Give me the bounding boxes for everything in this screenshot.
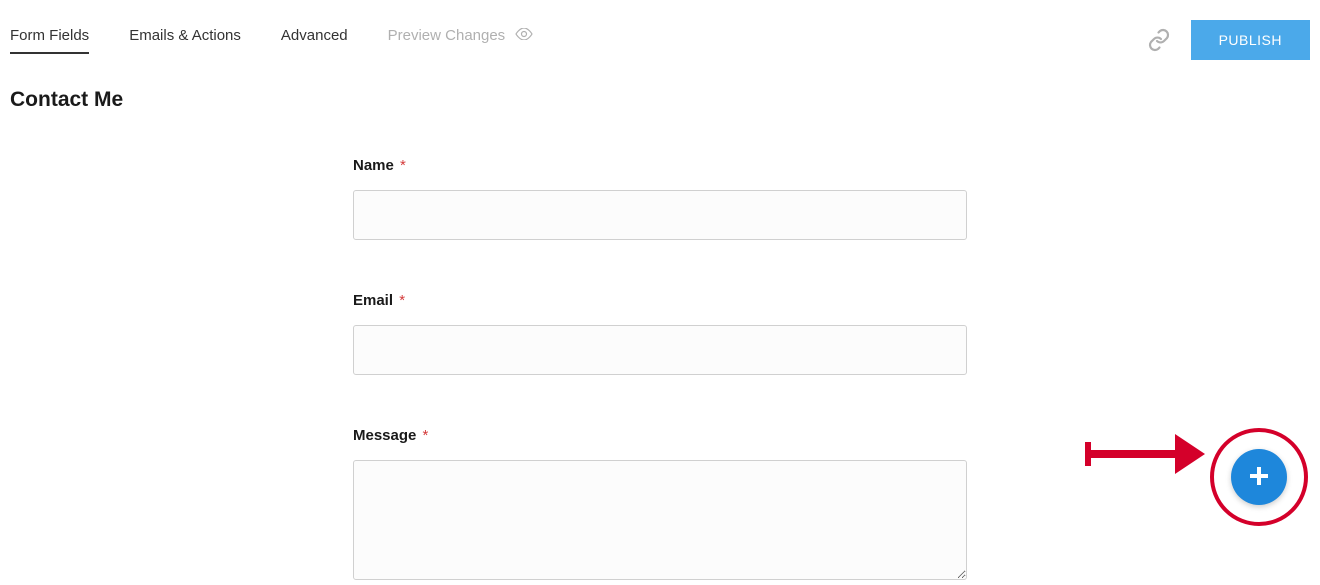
add-field-button[interactable]	[1231, 449, 1287, 505]
form-area: Name * Email * Message *	[353, 157, 967, 585]
name-label: Name *	[353, 157, 967, 174]
required-marker: *	[423, 427, 429, 444]
field-email: Email *	[353, 292, 967, 375]
tab-preview-label: Preview Changes	[388, 27, 506, 44]
tab-emails-actions[interactable]: Emails & Actions	[129, 27, 241, 54]
tab-advanced[interactable]: Advanced	[281, 27, 348, 54]
top-actions: PUBLISH	[1147, 20, 1310, 60]
page-title: Contact Me	[10, 88, 1320, 112]
required-marker: *	[400, 157, 406, 174]
email-input[interactable]	[353, 325, 967, 375]
email-label-text: Email	[353, 292, 393, 309]
email-label: Email *	[353, 292, 967, 309]
name-label-text: Name	[353, 157, 394, 174]
plus-icon	[1248, 465, 1270, 490]
publish-button[interactable]: PUBLISH	[1191, 20, 1310, 60]
message-input[interactable]	[353, 460, 967, 580]
link-icon[interactable]	[1147, 28, 1171, 52]
top-bar: Form Fields Emails & Actions Advanced Pr…	[0, 0, 1320, 60]
message-label-text: Message	[353, 427, 416, 444]
name-input[interactable]	[353, 190, 967, 240]
required-marker: *	[399, 292, 405, 309]
tabs: Form Fields Emails & Actions Advanced Pr…	[10, 27, 533, 54]
field-message: Message *	[353, 427, 967, 585]
message-label: Message *	[353, 427, 967, 444]
eye-icon	[515, 27, 533, 44]
annotation-arrow-icon	[1085, 434, 1205, 479]
field-name: Name *	[353, 157, 967, 240]
tab-preview-changes[interactable]: Preview Changes	[388, 27, 534, 54]
tab-form-fields[interactable]: Form Fields	[10, 27, 89, 54]
